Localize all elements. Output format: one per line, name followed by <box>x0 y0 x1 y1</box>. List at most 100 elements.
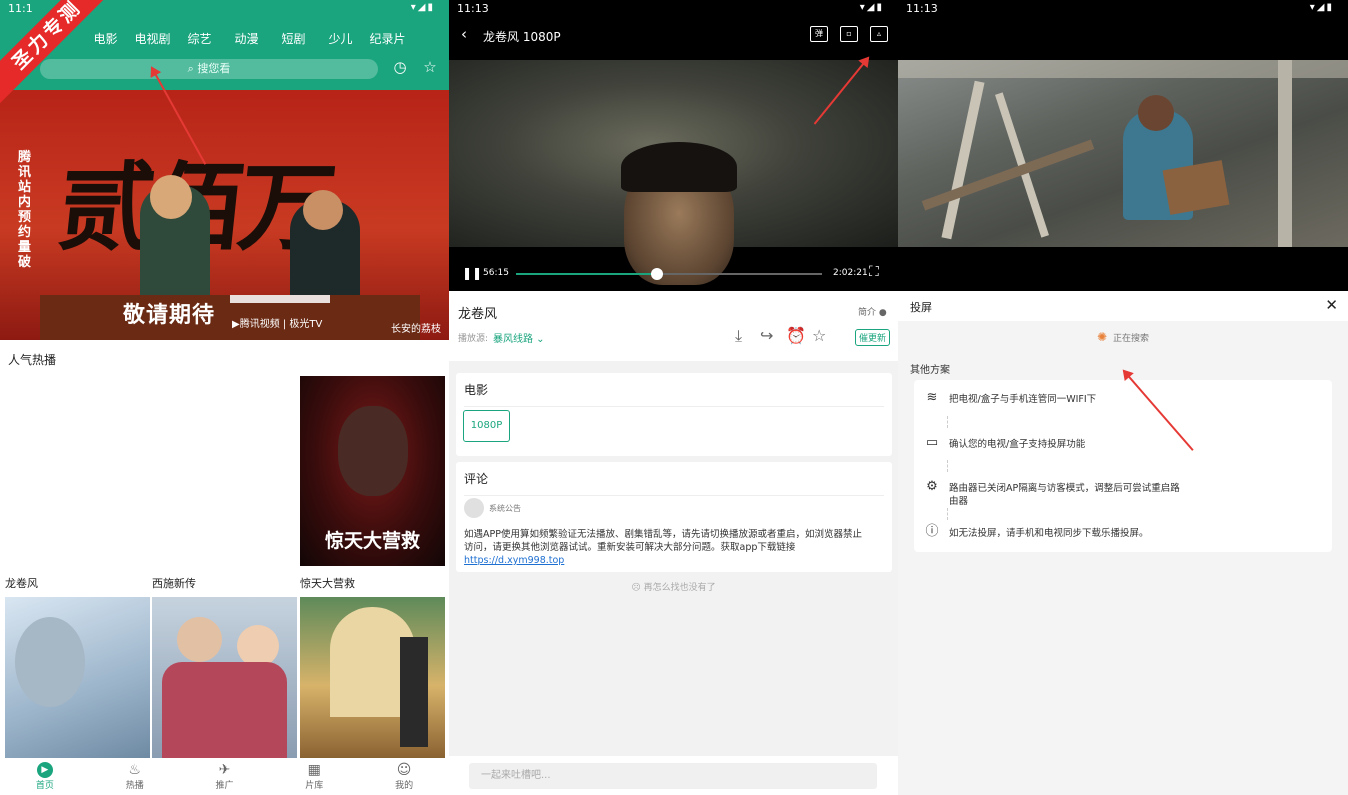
tab-promote[interactable]: ✈ 推广 <box>180 758 270 795</box>
banner-logos: ▶腾讯视频 | 极光TV <box>232 319 323 330</box>
send-icon: ✈ <box>218 762 231 778</box>
comment-bar: 一起来吐槽吧... <box>449 756 898 795</box>
step-connector <box>947 460 948 472</box>
download-icon[interactable]: ⤓ <box>735 326 742 346</box>
tab-home[interactable]: ▶ 首页 <box>0 758 90 795</box>
pause-icon[interactable]: ❚❚ <box>462 266 482 280</box>
poster-caption: 西施新传 <box>152 577 196 590</box>
category-short[interactable]: 短剧 <box>270 30 317 47</box>
gear-icon: ⚙ <box>926 479 938 494</box>
no-more-text: ☹ 再怎么找也没有了 <box>449 580 898 593</box>
total-time: 2:02:21 <box>833 268 868 278</box>
category-documentary[interactable]: 纪录片 <box>364 30 411 47</box>
status-icons: ▾◢▮ <box>410 2 435 13</box>
close-icon[interactable]: ✕ <box>1325 296 1338 314</box>
bottom-tab-bar: ▶ 首页 ♨ 热播 ✈ 推广 ▦ 片库 ☺ 我的 <box>0 758 449 795</box>
poster-figure <box>177 617 222 662</box>
intro-label: 简介 <box>858 308 877 318</box>
progress-bar[interactable] <box>516 268 822 280</box>
pip-icon[interactable]: ▫ <box>840 26 858 42</box>
step-connector <box>947 416 948 428</box>
cast-title: 投屏 <box>910 301 932 314</box>
movie-title: 龙卷风 <box>458 307 498 322</box>
category-anime[interactable]: 动漫 <box>223 30 270 47</box>
step-text: 如无法投屏，请手机和电视同步下载乐播投屏。 <box>949 528 1149 539</box>
share-icon[interactable]: ↪ <box>760 326 773 345</box>
section-title: 人气热播 <box>8 353 57 367</box>
player-screen: 11:13 ▾◢▮ ‹ 龙卷风 1080P 弹 ▫ ▵ ❚❚ 56:15 2:0… <box>449 0 898 795</box>
download-link[interactable]: https://d.xym998.top <box>464 554 864 567</box>
cast-screen: 11:13 ▾◢▮ 投屏 ✕ ✺ 正在搜索 其他方案 ≋ 把电视/盒子与手机连管同一… <box>898 0 1348 795</box>
searching-status: ✺ 正在搜索 <box>898 330 1348 344</box>
poster-item[interactable] <box>5 597 150 758</box>
category-variety[interactable]: 综艺 <box>176 30 223 47</box>
status-time: 11:13 <box>457 2 489 15</box>
tab-label: 首页 <box>35 781 54 791</box>
banner-figure-right-head <box>303 190 343 230</box>
no-more-label: 再怎么找也没有了 <box>643 583 716 593</box>
tv-icon: ▭ <box>925 435 939 450</box>
poster-robes <box>162 662 287 758</box>
status-icons: ▾◢▮ <box>859 2 884 13</box>
category-tabs: 电影 电视剧 综艺 动漫 短剧 少儿 纪录片 <box>82 30 411 47</box>
poster-figure <box>237 625 279 667</box>
banner-side-text: 腾讯站内预约量破 <box>18 150 32 270</box>
video-frame <box>449 60 898 285</box>
tab-label: 我的 <box>395 781 414 791</box>
poster-item[interactable] <box>152 597 297 758</box>
step-text: 确认您的电视/盒子支持投屏功能 <box>949 439 1086 450</box>
alarm-icon[interactable]: ⏰ <box>786 326 806 345</box>
home-screen: 11:1 ▾◢▮ 电影 电视剧 综艺 动漫 短剧 少儿 纪录片 ⌕ 搜您看 ◷ … <box>0 0 449 795</box>
search-placeholder: 搜您看 <box>197 62 231 75</box>
poster-caption: 龙卷风 <box>5 577 38 590</box>
tab-hot[interactable]: ♨ 热播 <box>90 758 180 795</box>
category-kids[interactable]: 少儿 <box>317 30 364 47</box>
sad-face-icon: ☹ <box>631 583 644 593</box>
tab-mine[interactable]: ☺ 我的 <box>359 758 449 795</box>
video-title: 龙卷风 1080P <box>483 30 561 44</box>
search-input[interactable]: ⌕ 搜您看 <box>40 59 378 79</box>
progress-knob[interactable] <box>650 268 663 280</box>
urge-update-button[interactable]: 催更新 <box>855 329 891 346</box>
poster-rescue-face <box>338 406 408 496</box>
cast-header: 投屏 ✕ <box>898 291 1348 321</box>
category-tv[interactable]: 电视剧 <box>129 30 176 47</box>
player-controls: ❚❚ 56:15 2:02:21 ⛶ <box>449 258 898 288</box>
banner-carousel[interactable]: 腾讯站内预约量破 贰佰万 敬请期待 ▶腾讯视频 | 极光TV 长安的荔枝 <box>0 90 449 340</box>
notice-text: 如遇APP使用算如频繁验证无法播放、剧集错乱等，请先请切换播放源或者重启，如浏览… <box>464 528 864 567</box>
category-movie[interactable]: 电影 <box>82 30 129 47</box>
fullscreen-icon[interactable]: ⛶ <box>869 264 879 280</box>
banner-name: 长安的荔枝 <box>391 324 441 335</box>
announcer-name: 系统公告 <box>489 504 521 513</box>
video-player[interactable]: 11:13 ▾◢▮ ‹ 龙卷风 1080P 弹 ▫ ▵ ❚❚ 56:15 2:0… <box>449 0 898 291</box>
scene-plank <box>941 80 985 240</box>
favorite-star-icon[interactable]: ☆ <box>421 58 439 76</box>
quality-option[interactable]: 1080P <box>463 410 510 442</box>
poster-rescue[interactable]: 惊天大营救 <box>300 376 445 566</box>
comments-card: 评论 系统公告 如遇APP使用算如频繁验证无法播放、剧集错乱等，请先请切换播放源… <box>456 462 892 572</box>
poster-rescue-title: 惊天大营救 <box>324 530 420 552</box>
spinner-icon: ✺ <box>1096 330 1108 344</box>
searching-label: 正在搜索 <box>1113 334 1150 344</box>
source-select[interactable]: 暴风线路 ⌄ <box>493 330 545 345</box>
avatar <box>464 498 484 518</box>
other-solutions-title: 其他方案 <box>910 365 950 376</box>
cast-icon[interactable]: ▵ <box>870 26 888 42</box>
status-time: 11:13 <box>906 2 938 15</box>
back-arrow-icon[interactable]: ‹ <box>461 25 467 43</box>
video-player[interactable]: 11:13 ▾◢▮ <box>898 0 1348 291</box>
divider <box>464 495 884 496</box>
smile-icon: ☺ <box>396 762 412 778</box>
tab-library[interactable]: ▦ 片库 <box>269 758 359 795</box>
wifi-icon: ≋ <box>926 390 938 405</box>
scene-person-head <box>1138 95 1174 131</box>
banner-title: 敬请期待 <box>123 303 216 328</box>
poster-item[interactable] <box>300 597 445 758</box>
history-icon[interactable]: ◷ <box>391 58 409 76</box>
star-icon[interactable]: ☆ <box>812 326 826 345</box>
danmaku-icon[interactable]: 弹 <box>810 26 828 42</box>
poster-figure <box>400 637 428 747</box>
comment-input[interactable]: 一起来吐槽吧... <box>469 763 877 789</box>
poster-figure <box>15 617 85 707</box>
intro-link[interactable]: 简介 ● <box>858 305 887 318</box>
